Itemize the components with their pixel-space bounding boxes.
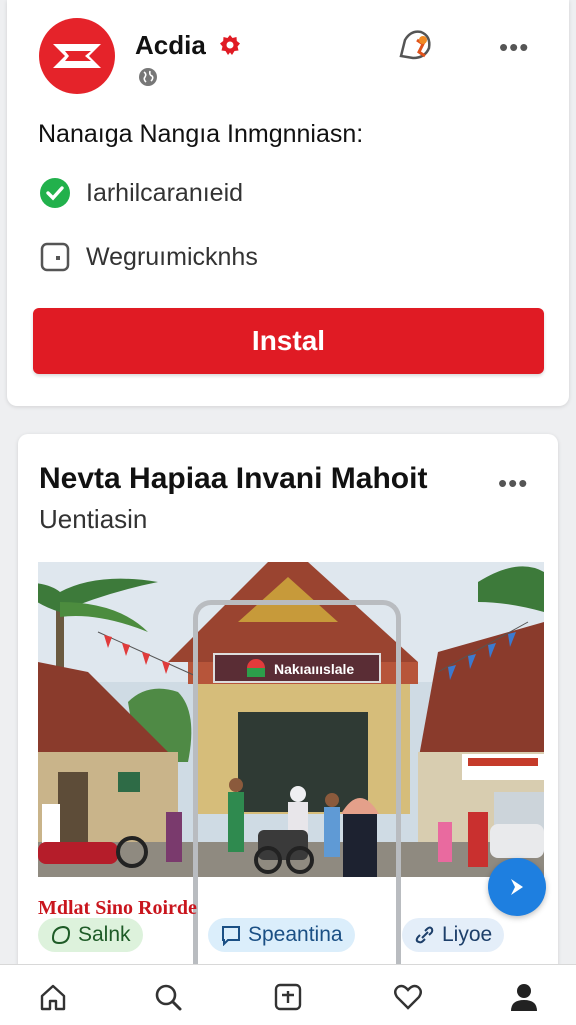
- square-icon: [38, 240, 72, 274]
- feature-item: Iarhilcaranıeid: [38, 176, 243, 210]
- add-post-icon[interactable]: [270, 979, 306, 1015]
- message-icon: [220, 924, 242, 946]
- feature-item: Wegruımicknhs: [38, 240, 258, 274]
- brand-name[interactable]: Acdia: [135, 30, 206, 61]
- post-subtitle: Uentiasin: [39, 504, 148, 534]
- heart-icon[interactable]: [390, 979, 426, 1015]
- install-button[interactable]: Instal: [33, 308, 544, 374]
- chip-label: Speantina: [248, 923, 343, 946]
- chevron-right-icon: [511, 879, 523, 895]
- feature-label: Wegruımicknhs: [86, 242, 258, 271]
- link-icon: [414, 924, 436, 946]
- feature-label: Iarhilcaranıeid: [86, 178, 244, 207]
- verified-badge-icon: [220, 35, 240, 55]
- bottom-tab-bar: [0, 964, 576, 1025]
- post-title: Nevta Hapiaa Invani Mahoit: [39, 462, 428, 495]
- post-photo[interactable]: Nakıaıııslale: [38, 562, 544, 877]
- globe-icon: [139, 68, 157, 86]
- more-options-icon[interactable]: •••: [498, 470, 528, 496]
- chip-label: Salnk: [78, 923, 131, 946]
- leaf-icon: [50, 924, 72, 946]
- chip-liyoe[interactable]: Liyoe: [402, 918, 505, 952]
- brand-logo[interactable]: [39, 18, 115, 94]
- home-icon[interactable]: [35, 979, 71, 1015]
- search-icon[interactable]: [150, 979, 186, 1015]
- post-card: Nevta Hapiaa Invani Mahoit Uentiasin •••: [18, 434, 558, 999]
- ad-card: Acdia ••• Nanaıga Nangıa Inmgnniasn: Iar…: [7, 0, 569, 406]
- profile-icon[interactable]: [506, 979, 542, 1015]
- ad-headline: Nanaıga Nangıa Inmgnniasn:: [38, 120, 364, 148]
- chip-speantina[interactable]: Speantina: [208, 918, 355, 952]
- next-arrow-button[interactable]: [488, 858, 546, 916]
- shop-sign-text: Nakıaıııslale: [274, 661, 354, 677]
- check-circle-icon: [38, 176, 72, 210]
- messenger-icon[interactable]: [395, 26, 439, 66]
- chip-label: Liyoe: [442, 923, 493, 946]
- chip-salnk[interactable]: Salnk: [38, 918, 143, 952]
- more-options-icon[interactable]: •••: [499, 34, 529, 60]
- promo-label: Mdlat Sino Roirde: [38, 897, 197, 919]
- village-scene-image: Nakıaıııslale: [38, 562, 544, 877]
